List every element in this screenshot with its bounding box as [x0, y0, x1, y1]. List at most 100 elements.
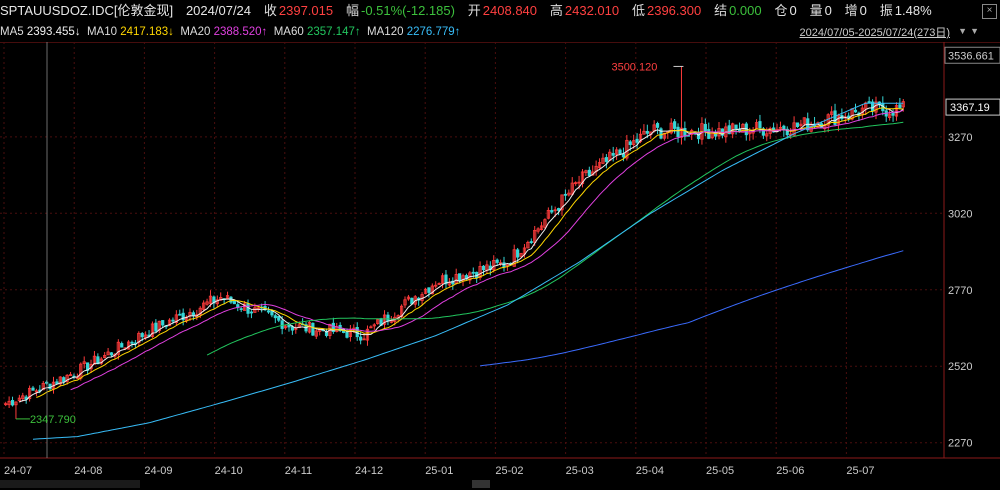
peak-label: 3500.120 — [611, 61, 657, 73]
candle-body — [635, 138, 639, 143]
candle-body — [734, 124, 738, 129]
candle-body — [280, 320, 284, 329]
low-label: 低 — [631, 3, 645, 18]
amplitude-value: 1.48% — [894, 3, 932, 18]
y-tick-label: 2770 — [948, 285, 972, 297]
candle-body — [659, 128, 663, 139]
ma120-value: 2276.779↑ — [406, 26, 461, 38]
candle-body — [703, 123, 707, 132]
candle-body — [178, 313, 182, 316]
top-price-label: 3536.661 — [948, 50, 994, 62]
candle-body — [109, 352, 114, 356]
candle-body — [713, 133, 718, 137]
candle-body — [867, 101, 871, 104]
candle-body — [471, 271, 475, 274]
low-value: 2396.300 — [646, 3, 702, 18]
candle-body — [550, 210, 554, 213]
candle-body — [481, 265, 486, 271]
close-icon[interactable]: × — [982, 4, 997, 19]
oi-label: 仓 — [774, 3, 788, 18]
x-tick-label: 24-07 — [4, 465, 32, 477]
x-tick-label: 25-03 — [566, 465, 594, 477]
candle-body — [645, 131, 649, 134]
x-tick-label: 25-04 — [636, 465, 664, 477]
candle-body — [270, 310, 274, 316]
candle-body — [48, 383, 52, 390]
quote-header: SPTAUUSDOZ.IDC[伦敦金现] 2024/07/24 收 2397.01… — [0, 0, 1000, 22]
date-range[interactable]: 2024/07/05-2025/07/24(273日) — [800, 24, 950, 40]
candle-body — [10, 400, 15, 406]
candle-body — [758, 121, 762, 129]
y-tick-label: 3270 — [948, 132, 972, 144]
candle-body — [529, 241, 533, 243]
quote-date: 2024/07/24 — [185, 3, 252, 18]
y-tick-label: 2270 — [948, 438, 972, 450]
ma120-label: MA120 — [367, 26, 404, 38]
candle-body — [891, 112, 895, 116]
y-tick-label: 3020 — [948, 208, 972, 220]
candle-body — [359, 336, 363, 341]
candle-body — [249, 311, 254, 314]
x-tick-label: 25-02 — [495, 465, 523, 477]
volume-label: 量 — [809, 3, 823, 18]
candle-body — [287, 324, 291, 328]
x-tick-label: 24-08 — [74, 465, 102, 477]
scrollbar-thumb — [472, 480, 490, 488]
candle-body — [516, 249, 520, 258]
candle-body — [853, 109, 858, 113]
candlestick-chart[interactable]: 2270 2520 2770 3020 3270 24-07 24-08 24-09 24-10… — [0, 42, 1000, 490]
candle-body — [655, 123, 660, 128]
ma10-label: MA10 — [86, 26, 118, 38]
candle-body — [266, 310, 271, 313]
x-tick-label: 24-12 — [355, 465, 383, 477]
low-label: 2347.790 — [30, 414, 76, 426]
candle-body — [273, 315, 277, 319]
candle-body — [130, 341, 134, 344]
candle-body — [556, 208, 561, 211]
ma60-value: 2357.147↑ — [306, 26, 361, 38]
candle-body — [239, 308, 243, 311]
current-price-label: 3367.19 — [950, 102, 990, 114]
oi-value: 0 — [789, 3, 797, 18]
candle-body — [458, 273, 462, 282]
candle-body — [673, 121, 677, 129]
close-value: 2397.015 — [278, 3, 334, 18]
candle-body — [618, 149, 622, 154]
candle-body — [191, 312, 196, 317]
ma20-value: 2388.520↑ — [213, 26, 268, 38]
settle-label: 结 — [714, 3, 728, 18]
candle-body — [628, 141, 632, 145]
candle-body — [707, 129, 711, 139]
candle-body — [232, 300, 236, 305]
candle-body — [140, 333, 144, 338]
candle-body — [676, 126, 680, 137]
candle-body — [587, 169, 591, 176]
high-value: 2432.010 — [564, 3, 620, 18]
increase-label: 增 — [844, 3, 858, 18]
x-tick-label: 25-01 — [425, 465, 453, 477]
x-tick-label: 25-06 — [776, 465, 804, 477]
symbol-name[interactable]: SPTAUUSDOZ.IDC[伦敦金现] — [0, 3, 173, 18]
candle-body — [311, 322, 315, 336]
candle-body — [171, 319, 175, 322]
candle-body — [161, 320, 165, 326]
change-label: 幅 — [345, 3, 359, 18]
volume-value: 0 — [824, 3, 832, 18]
candle-body — [345, 331, 349, 338]
scrollbar-track — [0, 480, 140, 488]
candle-body — [427, 287, 431, 293]
candle-body — [154, 322, 158, 332]
candle-body — [898, 104, 902, 109]
amplitude-label: 振 — [879, 3, 893, 18]
x-tick-label: 24-10 — [215, 465, 243, 477]
close-label: 收 — [263, 3, 277, 18]
high-label: 高 — [549, 3, 563, 18]
candle-body — [795, 122, 800, 128]
open-value: 2408.840 — [482, 3, 538, 18]
candle-body — [611, 153, 615, 156]
candle-body — [683, 127, 687, 137]
collapse-arrows-icon[interactable]: ▼▼ — [958, 26, 982, 36]
x-tick-label: 25-05 — [706, 465, 734, 477]
open-label: 开 — [467, 3, 481, 18]
candle-body — [495, 259, 499, 263]
